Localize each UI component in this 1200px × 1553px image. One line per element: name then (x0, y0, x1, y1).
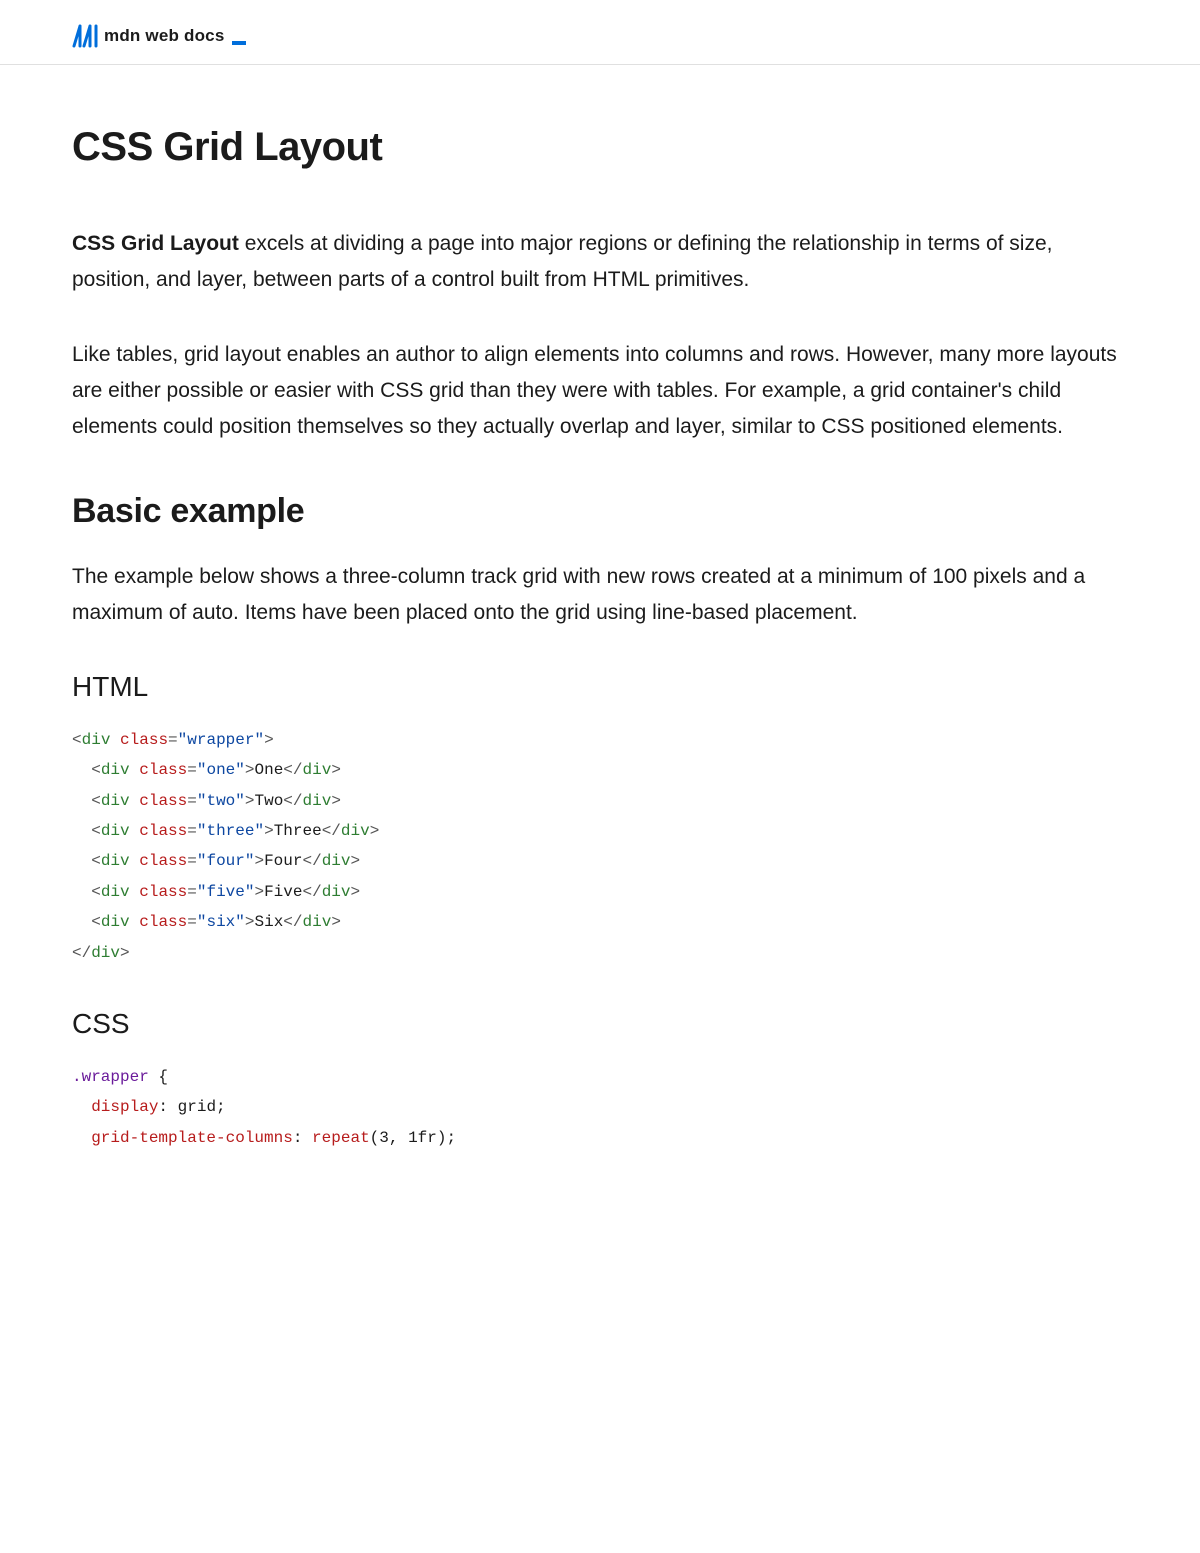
heading-basic-example: Basic example (72, 492, 1128, 531)
main-content: CSS Grid Layout CSS Grid Layout excels a… (0, 65, 1200, 1153)
intro-strong: CSS Grid Layout (72, 232, 239, 255)
logo-text: mdn web docs (104, 26, 224, 46)
logo-cursor-icon (232, 41, 246, 45)
code-block-css: .wrapper { display: grid; grid-template-… (72, 1062, 1128, 1153)
heading-html: HTML (72, 671, 1128, 703)
code-block-html: <div class="wrapper"> <div class="one">O… (72, 725, 1128, 968)
header: mdn web docs (0, 0, 1200, 65)
paragraph-2: Like tables, grid layout enables an auth… (72, 337, 1128, 444)
logo-link[interactable]: mdn web docs (72, 24, 1128, 48)
paragraph-3: The example below shows a three-column t… (72, 559, 1128, 630)
mdn-logo-icon (72, 24, 98, 48)
intro-paragraph: CSS Grid Layout excels at dividing a pag… (72, 226, 1128, 297)
heading-css: CSS (72, 1008, 1128, 1040)
page-title: CSS Grid Layout (72, 125, 1128, 170)
